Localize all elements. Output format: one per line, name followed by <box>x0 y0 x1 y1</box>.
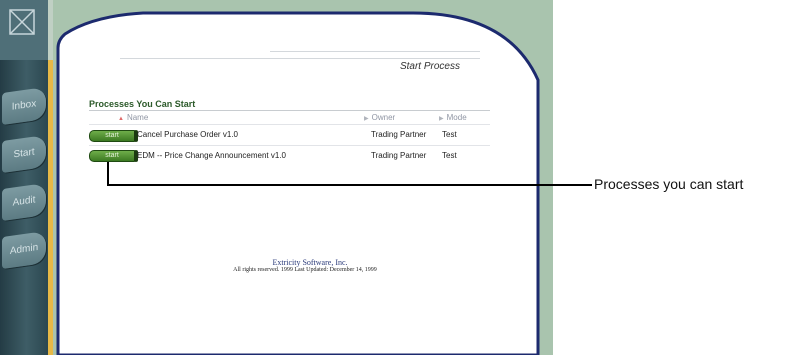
callout-label: Processes you can start <box>594 176 744 192</box>
